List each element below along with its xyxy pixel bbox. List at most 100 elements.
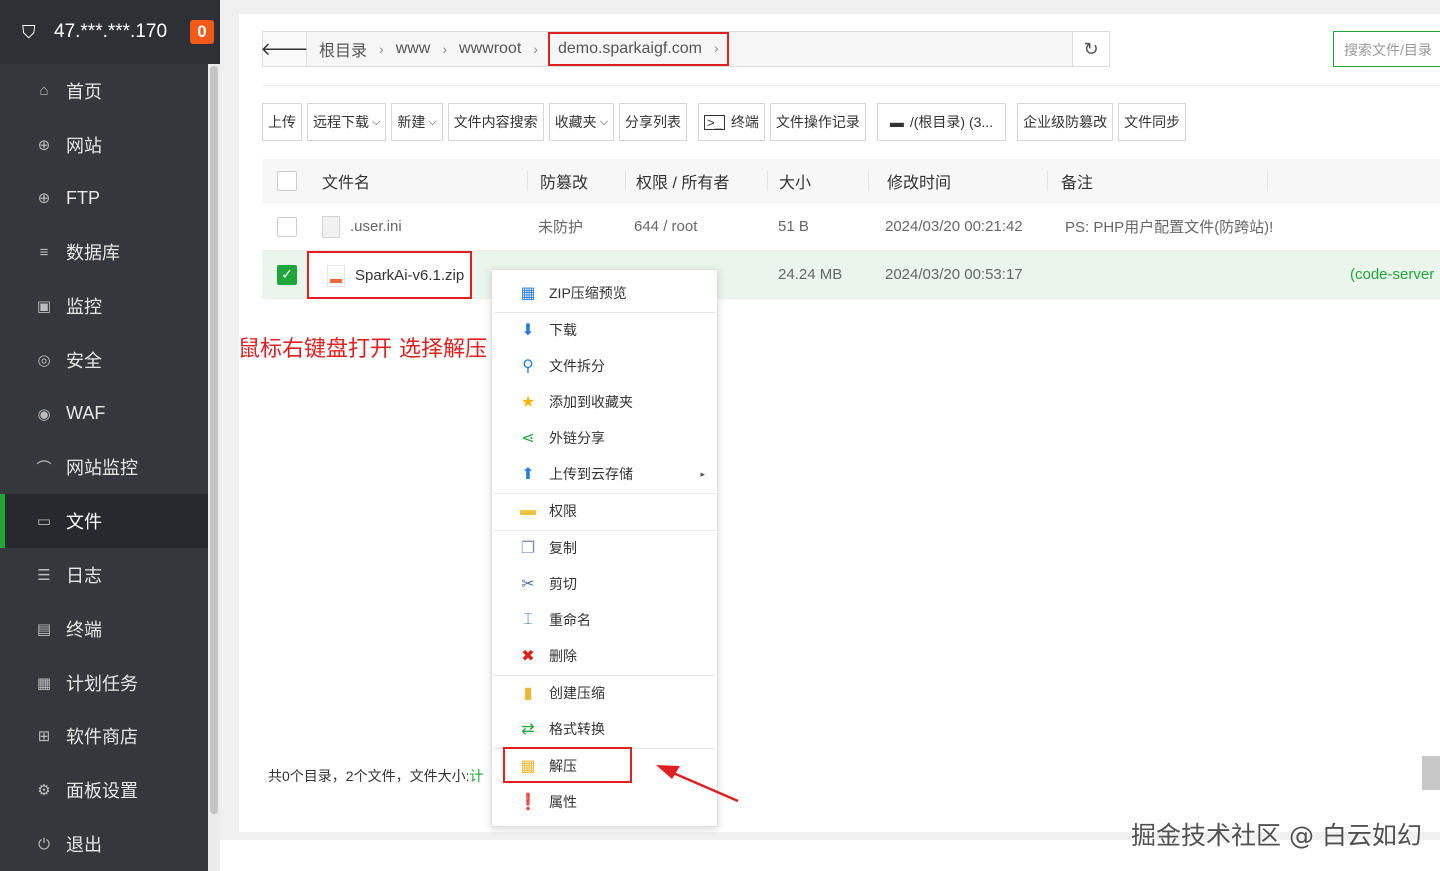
row-checkbox[interactable]	[277, 216, 297, 237]
sidebar-item-label: WAF	[66, 403, 106, 424]
apps-icon: ⊞	[37, 728, 51, 746]
highlighted-file-name[interactable]: SparkAi-v6.1.zip	[307, 250, 473, 299]
sidebar-item-5[interactable]: ◎ 安全	[0, 333, 208, 387]
toolbar-button-6[interactable]: >_ 终端	[698, 103, 765, 141]
annotation-arrow-icon	[656, 765, 739, 803]
breadcrumb: 根目录 › www › wwwroot › demo.sparkaigf.com ›	[307, 32, 729, 66]
sidebar-item-10[interactable]: ▤ 终端	[0, 602, 208, 656]
file-name-cell[interactable]: SparkAi-v6.1.zip	[307, 250, 473, 299]
column-header[interactable]: 权限 / 所有者	[636, 169, 729, 193]
column-header[interactable]: 备注	[1061, 169, 1093, 193]
toolbar-button-7[interactable]: 文件操作记录	[769, 103, 866, 141]
chevron-down-icon: ⌵	[372, 115, 381, 128]
search-input[interactable]: 搜索文件/目录	[1333, 31, 1440, 67]
footer-summary-text: 共0个目录，2个文件，文件大小:	[268, 768, 470, 784]
file-name-cell[interactable]: .user.ini	[322, 215, 402, 238]
path-bar: 🡐 根目录 › www › wwwroot › demo.sparkaigf.com › ↻	[260, 31, 1110, 67]
toolbar-button-label: 终端	[730, 114, 759, 130]
column-divider	[868, 171, 869, 191]
toolbar-button-1[interactable]: 远程下载 ⌵	[307, 103, 387, 141]
sidebar-scrollbar-thumb[interactable]	[210, 66, 218, 814]
zip-file-icon	[327, 264, 345, 287]
context-menu-item-magnifier[interactable]: ⚲ 文件拆分	[492, 348, 717, 384]
row-checkbox[interactable]: ✓	[277, 264, 297, 285]
logout-icon: ⏻	[38, 835, 50, 853]
sidebar-item-11[interactable]: ▦ 计划任务	[0, 656, 208, 710]
file-note[interactable]: PS: PHP用户配置文件(防跨站)!	[1065, 216, 1273, 237]
breadcrumb-chevron-icon: ›	[442, 41, 448, 57]
column-divider	[1047, 171, 1048, 191]
context-menu-item-delete-x[interactable]: ✖ 删除	[492, 638, 717, 674]
sidebar-item-12[interactable]: ⊞ 软件商店	[0, 710, 208, 764]
file-tag[interactable]: (code-server	[1350, 266, 1434, 283]
context-menu-item-download-arrow[interactable]: ⬇ 下载	[492, 312, 717, 348]
context-menu-item-compress[interactable]: ▮ 创建压缩	[492, 675, 717, 711]
delete-x-icon: ✖	[521, 648, 535, 665]
permission-owner[interactable]: 644 / root	[634, 218, 697, 235]
context-menu-item-permission-folder[interactable]: ▬ 权限	[492, 493, 717, 529]
column-header[interactable]: 防篡改	[540, 169, 588, 193]
sidebar-scrollbar[interactable]	[208, 64, 220, 871]
context-menu-label: 上传到云存储	[549, 466, 633, 482]
breadcrumb-item[interactable]: 根目录	[315, 37, 371, 61]
toolbar-button-4[interactable]: 收藏夹 ⌵	[548, 103, 615, 141]
sidebar-item-0[interactable]: ⌂ 首页	[0, 64, 208, 118]
sidebar-item-4[interactable]: ▣ 监控	[0, 279, 208, 333]
sidebar-item-6[interactable]: ◉ WAF	[0, 387, 208, 441]
toolbar-button-3[interactable]: 文件内容搜索	[447, 103, 544, 141]
context-menu-item-zip-preview[interactable]: ▦ ZIP压缩预览	[492, 275, 717, 311]
breadcrumb-item[interactable]: www	[392, 40, 435, 58]
info-icon: ❗	[518, 794, 538, 811]
breadcrumb-item[interactable]: wwwroot	[455, 40, 525, 58]
column-header[interactable]: 大小	[779, 169, 811, 193]
context-menu-item-convert[interactable]: ⇄ 格式转换	[492, 711, 717, 747]
footer-calc-link[interactable]: 计	[469, 768, 483, 784]
back-button[interactable]: 🡐	[260, 32, 309, 66]
submenu-arrow-icon: ▸	[700, 468, 705, 479]
context-menu-item-scissors[interactable]: ✂ 剪切	[492, 566, 717, 602]
sidebar-item-13[interactable]: ⚙ 面板设置	[0, 763, 208, 817]
refresh-button[interactable]: ↻	[1072, 32, 1109, 66]
tamper-status[interactable]: 未防护	[538, 216, 583, 237]
sidebar-item-1[interactable]: ⊕ 网站	[0, 118, 208, 172]
table-row[interactable]: ✓ SparkAi-v6.1.zip 24.24 MB 2024/03/20 0…	[262, 250, 1440, 299]
zip-preview-icon: ▦	[520, 285, 536, 302]
toolbar-button-2[interactable]: 新建 ⌵	[391, 103, 443, 141]
terminal-icon: >_	[704, 114, 725, 130]
side-float-tab[interactable]	[1422, 756, 1440, 790]
toolbar-button-5[interactable]: 分享列表	[619, 103, 688, 141]
context-menu-item-rename[interactable]: ⌶ 重命名	[492, 602, 717, 638]
back-arrow-icon: 🡐	[260, 38, 309, 59]
chart-line-icon: ⌒	[36, 459, 52, 477]
sidebar-item-9[interactable]: ☰ 日志	[0, 548, 208, 602]
notification-badge[interactable]: 0	[190, 20, 214, 44]
column-header[interactable]: 修改时间	[887, 169, 951, 193]
column-header[interactable]: 文件名	[322, 169, 370, 193]
context-menu-item-share[interactable]: ⋖ 外链分享	[492, 420, 717, 456]
column-divider	[1267, 171, 1268, 191]
toolbar-button-8[interactable]: ▬ /(根目录) (3...	[876, 103, 1007, 141]
toolbar-button-label: 收藏夹	[554, 114, 597, 130]
sidebar-item-3[interactable]: ≡ 数据库	[0, 225, 208, 279]
home-icon: ⌂	[39, 82, 49, 100]
context-menu-item-upload-arrow[interactable]: ⬆ 上传到云存储 ▸	[492, 456, 717, 492]
rename-icon: ⌶	[523, 611, 533, 628]
toolbar-button-0[interactable]: 上传	[262, 103, 302, 141]
sidebar-item-2[interactable]: ⊕ FTP	[0, 172, 208, 226]
sidebar-item-14[interactable]: ⏻ 退出	[0, 817, 208, 871]
file-size: 51 B	[778, 218, 809, 235]
context-menu-item-copy[interactable]: ❐ 复制	[492, 530, 717, 566]
toolbar-button-10[interactable]: 文件同步	[1118, 103, 1187, 141]
sidebar-item-label: 网站	[66, 135, 102, 156]
context-menu-item-star[interactable]: ★ 添加到收藏夹	[492, 384, 717, 420]
sidebar-item-8[interactable]: ▭ 文件	[0, 494, 208, 549]
file-size: 24.24 MB	[778, 266, 843, 283]
breadcrumb-current[interactable]: demo.sparkaigf.com ›	[547, 32, 729, 66]
sidebar-item-label: 安全	[66, 350, 102, 371]
table-row[interactable]: .user.ini 未防护 644 / root 51 B 2024/03/20…	[262, 203, 1440, 251]
sidebar-item-label: 退出	[66, 835, 102, 856]
sidebar-item-label: 软件商店	[66, 727, 138, 748]
toolbar-button-9[interactable]: 企业级防篡改	[1017, 103, 1114, 141]
select-all-checkbox[interactable]	[277, 170, 297, 191]
sidebar-item-7[interactable]: ⌒ 网站监控	[0, 441, 208, 495]
